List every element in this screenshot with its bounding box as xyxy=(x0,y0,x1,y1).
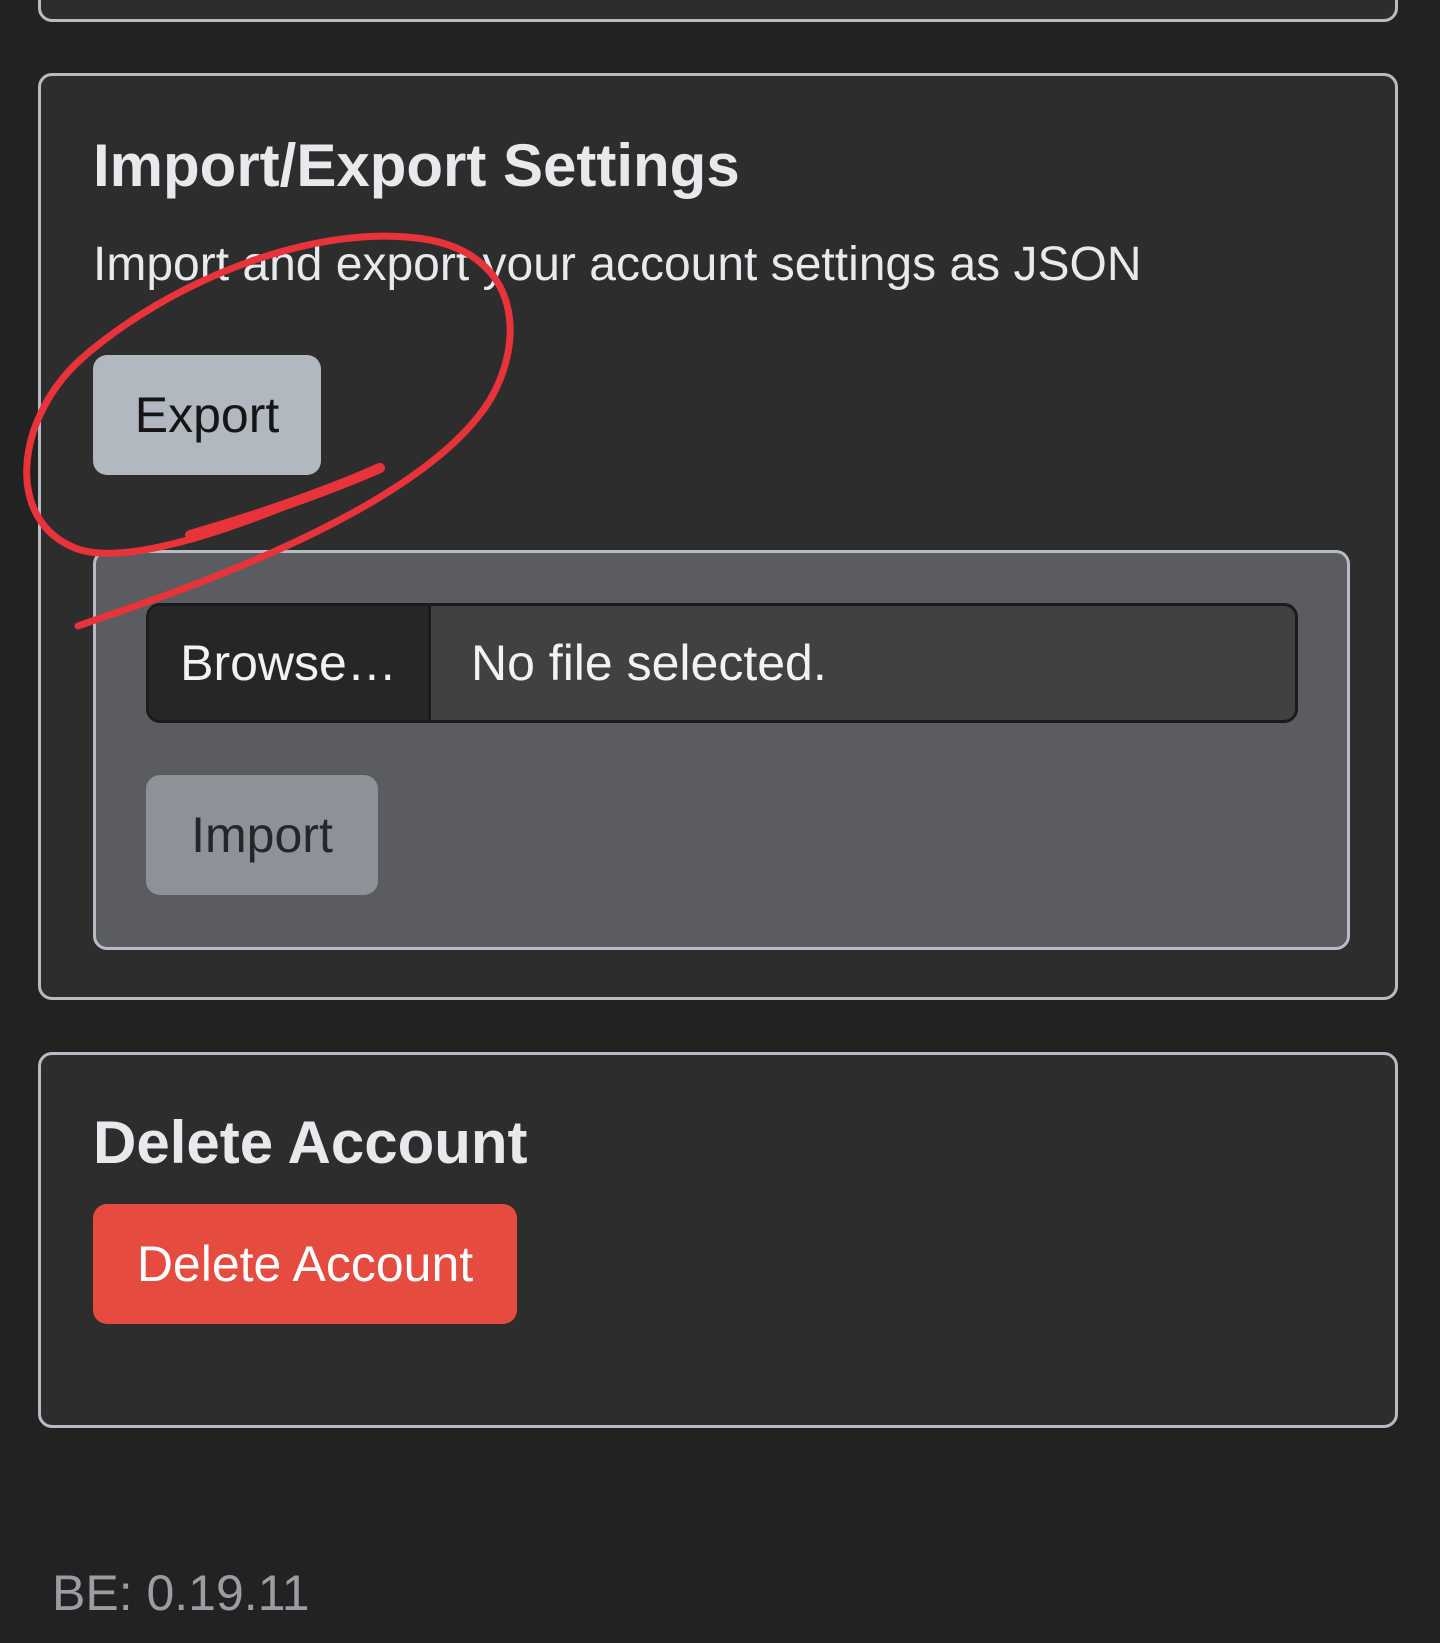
import-panel: Browse… No file selected. Import xyxy=(93,550,1350,950)
delete-account-button[interactable]: Delete Account xyxy=(93,1204,517,1324)
file-input[interactable]: Browse… No file selected. xyxy=(146,603,1298,723)
delete-account-title: Delete Account xyxy=(93,1109,528,1176)
previous-settings-card xyxy=(38,0,1398,22)
browse-button[interactable]: Browse… xyxy=(149,606,431,720)
delete-account-card: Delete Account Delete Account xyxy=(38,1052,1398,1428)
import-export-description: Import and export your account settings … xyxy=(93,238,1142,291)
import-export-title: Import/Export Settings xyxy=(93,132,740,199)
import-export-card: Import/Export Settings Import and export… xyxy=(38,73,1398,1000)
import-button[interactable]: Import xyxy=(146,775,378,895)
file-status: No file selected. xyxy=(471,635,827,691)
backend-version: BE: 0.19.11 xyxy=(52,1565,310,1621)
export-button[interactable]: Export xyxy=(93,355,321,475)
